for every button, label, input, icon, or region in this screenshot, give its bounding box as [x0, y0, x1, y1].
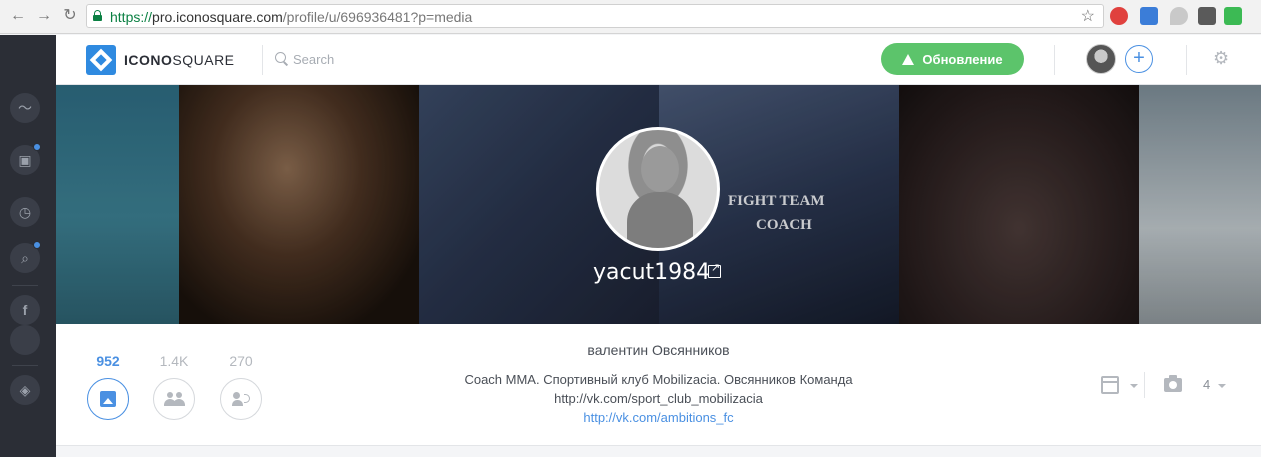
- profile-cover: FIGHT TEAM COACH yacut1984: [56, 85, 1261, 324]
- profile-picture[interactable]: [596, 127, 720, 251]
- facebook-icon[interactable]: f: [10, 295, 40, 325]
- search-icon: [275, 52, 286, 63]
- chevron-down-icon[interactable]: [1218, 384, 1226, 388]
- camera-icon[interactable]: [1164, 375, 1182, 392]
- bio-text: http://vk.com/sport_club_mobilizacia: [554, 391, 763, 406]
- add-account-button[interactable]: +: [1125, 45, 1153, 73]
- extension-d-icon[interactable]: [1224, 7, 1242, 25]
- account-icon[interactable]: [10, 325, 40, 355]
- reload-icon[interactable]: ↻: [60, 6, 80, 26]
- username[interactable]: yacut1984: [593, 260, 710, 285]
- warning-icon: [902, 53, 915, 65]
- back-icon[interactable]: ←: [8, 6, 28, 26]
- avatar[interactable]: [1086, 44, 1116, 74]
- clock-icon[interactable]: ◷: [10, 197, 40, 227]
- media-filter-count[interactable]: 4: [1203, 377, 1210, 392]
- lock-icon: [93, 10, 102, 21]
- extension-icon[interactable]: [1140, 7, 1158, 25]
- profile-info: 952 1.4K 270 валентин Овсянников Coach M…: [56, 324, 1261, 446]
- update-button[interactable]: Обновление: [881, 43, 1024, 75]
- calendar-icon[interactable]: [1101, 376, 1119, 394]
- chevron-down-icon[interactable]: [1130, 384, 1138, 388]
- header-divider: [1186, 45, 1187, 75]
- app-header: ICONOSQUARE Обновление + ⚙: [56, 35, 1261, 85]
- header-divider: [262, 45, 263, 75]
- cover-shirt-text: COACH: [756, 217, 812, 233]
- url-text[interactable]: https://pro.iconosquare.com/profile/u/69…: [110, 9, 472, 25]
- notification-dot: [33, 241, 41, 249]
- gmail-icon[interactable]: [1198, 7, 1216, 25]
- sidebar-divider: [12, 285, 38, 286]
- notification-dot: [33, 143, 41, 151]
- bookmark-star-icon[interactable]: ☆: [1081, 6, 1095, 26]
- logo-text[interactable]: ICONOSQUARE: [124, 52, 235, 68]
- address-bar[interactable]: https://pro.iconosquare.com/profile/u/69…: [86, 4, 1104, 28]
- pinterest-icon[interactable]: [1110, 7, 1128, 25]
- bio-text: Coach MMA. Спортивный клуб Mobilizacia. …: [464, 372, 853, 387]
- left-sidebar: 〜 ▣ ◷ ⌕ f ◈: [0, 35, 56, 457]
- external-link-icon[interactable]: [708, 261, 721, 278]
- header-divider: [1054, 45, 1055, 75]
- analytics-icon[interactable]: 〜: [10, 93, 40, 123]
- gear-icon[interactable]: ⚙: [1213, 49, 1231, 67]
- filter-divider: [1144, 372, 1145, 398]
- cover-shirt-text: FIGHT TEAM: [728, 193, 825, 209]
- compass-icon[interactable]: ◈: [10, 375, 40, 405]
- sidebar-divider: [12, 365, 38, 366]
- full-name: валентин Овсянников: [587, 342, 730, 358]
- bio-link-text[interactable]: http://vk.com/ambitions_fc: [583, 410, 733, 425]
- bio-link: http://vk.com/ambitions_fc: [56, 410, 1261, 425]
- iconosquare-logo-icon[interactable]: [86, 45, 116, 75]
- browser-toolbar: ← → ↻ https://pro.iconosquare.com/profil…: [0, 0, 1261, 34]
- extension-drop-icon[interactable]: [1170, 7, 1188, 25]
- search-input[interactable]: [293, 49, 493, 69]
- forward-icon[interactable]: →: [34, 6, 54, 26]
